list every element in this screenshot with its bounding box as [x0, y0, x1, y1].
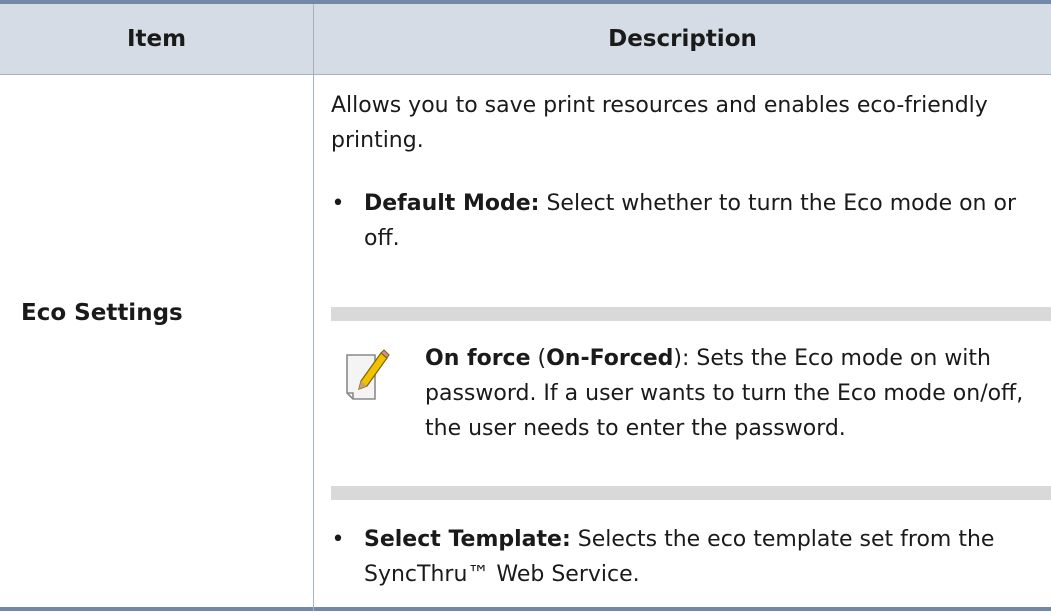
note-paren: (: [530, 346, 547, 371]
column-header-description: Description: [608, 26, 757, 52]
bullet-term: Select Template:: [364, 527, 571, 552]
note-term-2: On-Forced: [546, 346, 674, 371]
note-bottom-bar: [331, 486, 1051, 500]
table-header-row: Item Description: [0, 4, 1051, 75]
bullet-marker: •: [331, 191, 345, 216]
item-cell-eco-settings: Eco Settings: [21, 300, 183, 326]
bullet-marker: •: [331, 527, 345, 552]
note-pencil-icon: [343, 347, 391, 405]
note-box: On force (On-Forced): Sets the Eco mode …: [331, 307, 1051, 500]
bullet-text: Default Mode: Select whether to turn the…: [364, 186, 1034, 256]
description-intro: Allows you to save print resources and e…: [331, 93, 988, 153]
note-text: On force (On-Forced): Sets the Eco mode …: [425, 341, 1045, 446]
note-top-bar: [331, 307, 1051, 321]
bullet-text: Select Template: Selects the eco templat…: [364, 522, 1034, 592]
column-header-item: Item: [126, 26, 187, 52]
bullet-term: Default Mode:: [364, 191, 540, 216]
note-term-1: On force: [425, 346, 531, 371]
column-divider: [313, 4, 314, 611]
